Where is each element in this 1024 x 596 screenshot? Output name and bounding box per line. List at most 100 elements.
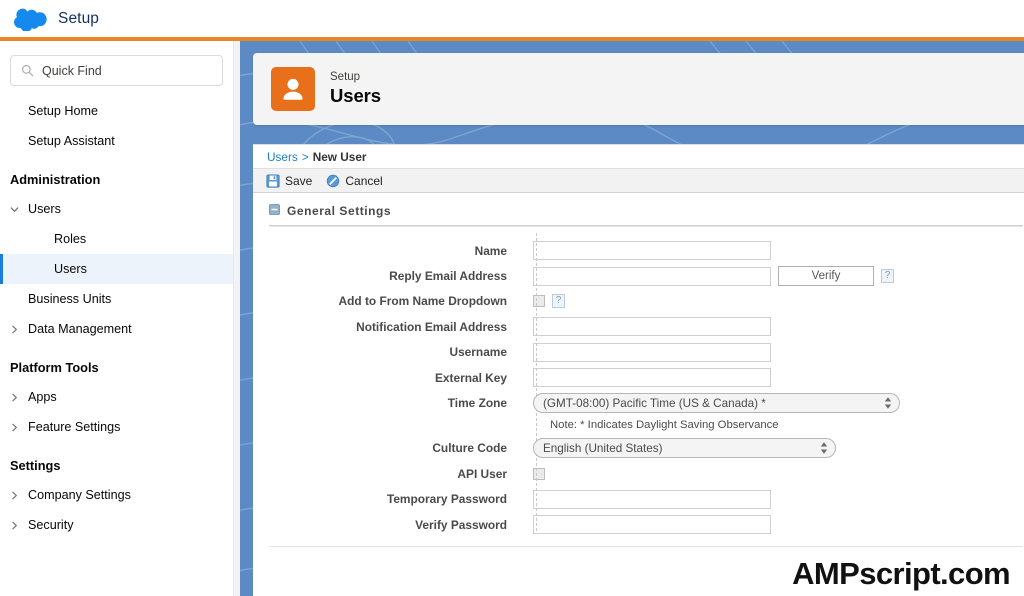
sidebar-item-label: Security xyxy=(28,518,74,532)
cancel-button-label: Cancel xyxy=(345,173,383,188)
sidebar-content-gutter xyxy=(234,41,240,596)
user-avatar-icon xyxy=(271,67,315,111)
sidebar-item-setup-home[interactable]: Setup Home xyxy=(0,96,233,126)
external-key-input[interactable] xyxy=(533,368,771,388)
temporary-password-input[interactable] xyxy=(533,489,771,509)
field-label-notification-email-address: Notification Email Address xyxy=(356,319,507,334)
watermark: AMPscript.com xyxy=(792,556,1010,591)
reply-email-address-input[interactable] xyxy=(533,266,771,286)
username-input[interactable] xyxy=(533,342,771,362)
sidebar-item-label: Apps xyxy=(28,390,57,404)
field-label-temporary-password: Temporary Password xyxy=(386,492,507,507)
save-button[interactable]: Save xyxy=(266,174,319,188)
sidebar-item-label: Roles xyxy=(54,232,87,246)
chevron-right-icon[interactable] xyxy=(8,421,20,433)
time-zone-selected-value: (GMT-08:00) Pacific Time (US & Canada) * xyxy=(543,396,766,410)
search-icon xyxy=(21,64,34,77)
field-label-reply-email-address: Reply Email Address xyxy=(389,269,507,284)
sidebar-item-company-settings[interactable]: Company Settings xyxy=(0,480,233,510)
sidebar-item-label: Setup Home xyxy=(28,104,99,118)
sidebar-item-label: Business Units xyxy=(28,292,112,306)
add-to-from-name-dropdown-checkbox[interactable] xyxy=(533,295,545,308)
sidebar-item-label: Setup Assistant xyxy=(28,134,115,148)
help-icon[interactable]: ? xyxy=(552,294,565,309)
breadcrumb-current: New User xyxy=(312,149,367,164)
quick-find-container xyxy=(0,41,233,90)
sidebar-item-users[interactable]: Users xyxy=(0,254,233,284)
name-input[interactable] xyxy=(533,241,771,261)
field-label-name: Name xyxy=(474,243,507,258)
time-zone-select[interactable]: (GMT-08:00) Pacific Time (US & Canada) * xyxy=(533,393,900,414)
verify-button[interactable]: Verify xyxy=(778,266,874,287)
salesforce-cloud-icon xyxy=(14,7,48,31)
general-settings-form: Name Reply Email Address Verify? Add to Fro… xyxy=(253,227,1024,537)
chevron-right-icon[interactable] xyxy=(8,391,20,403)
form-label-divider xyxy=(536,233,537,531)
breadcrumb-parent-link[interactable]: Users xyxy=(267,150,298,164)
field-control-external-key xyxy=(520,368,1024,388)
form-bottom-divider xyxy=(269,546,1023,548)
form-row-verify-password: Verify Password xyxy=(253,512,1024,537)
form-row-culture-code: Culture Code English (United States) xyxy=(253,436,1024,461)
sidebar-nav: Setup Home Setup Assistant Administration U… xyxy=(0,90,233,540)
field-label-api-user: API User xyxy=(457,466,507,481)
verify-password-input[interactable] xyxy=(533,515,771,535)
sidebar-item-users[interactable]: Users xyxy=(0,194,233,224)
collapse-section-icon[interactable] xyxy=(269,204,280,218)
top-bar-title: Setup xyxy=(58,9,100,27)
sidebar-item-roles[interactable]: Roles xyxy=(0,224,233,254)
chevron-down-icon[interactable] xyxy=(8,203,20,215)
page-header-eyebrow: Setup xyxy=(330,71,361,84)
help-icon[interactable]: ? xyxy=(881,269,894,284)
culture-code-select[interactable]: English (United States) xyxy=(533,438,836,459)
field-control-add-to-from-name-dropdown: ? xyxy=(520,294,1024,309)
setup-sidebar: Setup Home Setup Assistant Administration U… xyxy=(0,41,234,596)
api-user-checkbox[interactable] xyxy=(533,467,545,480)
field-control-reply-email-address: Verify? xyxy=(520,266,1024,287)
field-label-external-key: External Key xyxy=(434,370,507,385)
cancel-circle-icon xyxy=(326,174,340,188)
field-label-verify-password: Verify Password xyxy=(415,517,507,532)
field-label-add-to-from-name-dropdown: Add to From Name Dropdown xyxy=(338,294,507,309)
field-control-username xyxy=(520,342,1024,362)
cancel-button[interactable]: Cancel xyxy=(326,174,389,188)
breadcrumb: Users > New User xyxy=(253,145,1024,168)
save-button-label: Save xyxy=(285,173,313,188)
breadcrumb-separator: > xyxy=(301,149,309,164)
field-control-notification-email-address xyxy=(520,317,1024,337)
sidebar-item-setup-assistant[interactable]: Setup Assistant xyxy=(0,126,233,156)
field-label-culture-code: Culture Code xyxy=(432,441,507,456)
brand-accent-rule xyxy=(0,37,1024,41)
page-header-text: Setup Users xyxy=(330,71,381,106)
sidebar-heading-settings: Settings xyxy=(10,457,61,473)
form-row-api-user: API User xyxy=(253,461,1024,486)
field-control-temporary-password xyxy=(520,489,1024,509)
form-row-reply-email-address: Reply Email Address Verify? xyxy=(253,263,1024,288)
action-toolbar: Save Cancel xyxy=(253,168,1024,193)
field-control-time-zone: (GMT-08:00) Pacific Time (US & Canada) * xyxy=(520,393,1024,414)
sidebar-item-feature-settings[interactable]: Feature Settings xyxy=(0,412,233,442)
field-label-username: Username xyxy=(449,345,507,360)
culture-code-selected-value: English (United States) xyxy=(543,441,663,455)
quick-find-box[interactable] xyxy=(10,55,223,86)
timezone-note: Note: * Indicates Daylight Saving Observ… xyxy=(550,418,779,431)
sidebar-item-business-units[interactable]: Business Units xyxy=(0,284,233,314)
search-input[interactable] xyxy=(42,63,207,78)
setup-page: Setup Setup Home Setup Assistant Administr… xyxy=(0,0,1024,596)
sidebar-item-data-management[interactable]: Data Management xyxy=(0,314,233,344)
page-title: Users xyxy=(330,84,381,106)
form-row-username: Username xyxy=(253,340,1024,365)
content-region: Setup Users Users > New User Save Cancel… xyxy=(240,41,1024,596)
field-control-verify-password xyxy=(520,515,1024,535)
page-header-card: Setup Users xyxy=(253,53,1024,125)
chevron-right-icon[interactable] xyxy=(8,489,20,501)
sidebar-heading-platform-tools: Platform Tools xyxy=(10,359,99,375)
notification-email-address-input[interactable] xyxy=(533,317,771,337)
form-row-time-zone: Time Zone (GMT-08:00) Pacific Time (US & … xyxy=(253,390,1024,415)
sidebar-item-security[interactable]: Security xyxy=(0,510,233,540)
form-row-notification-email-address: Notification Email Address xyxy=(253,314,1024,339)
sidebar-item-label: Users xyxy=(54,262,87,276)
chevron-right-icon[interactable] xyxy=(8,519,20,531)
sidebar-item-apps[interactable]: Apps xyxy=(0,382,233,412)
chevron-right-icon[interactable] xyxy=(8,323,20,335)
